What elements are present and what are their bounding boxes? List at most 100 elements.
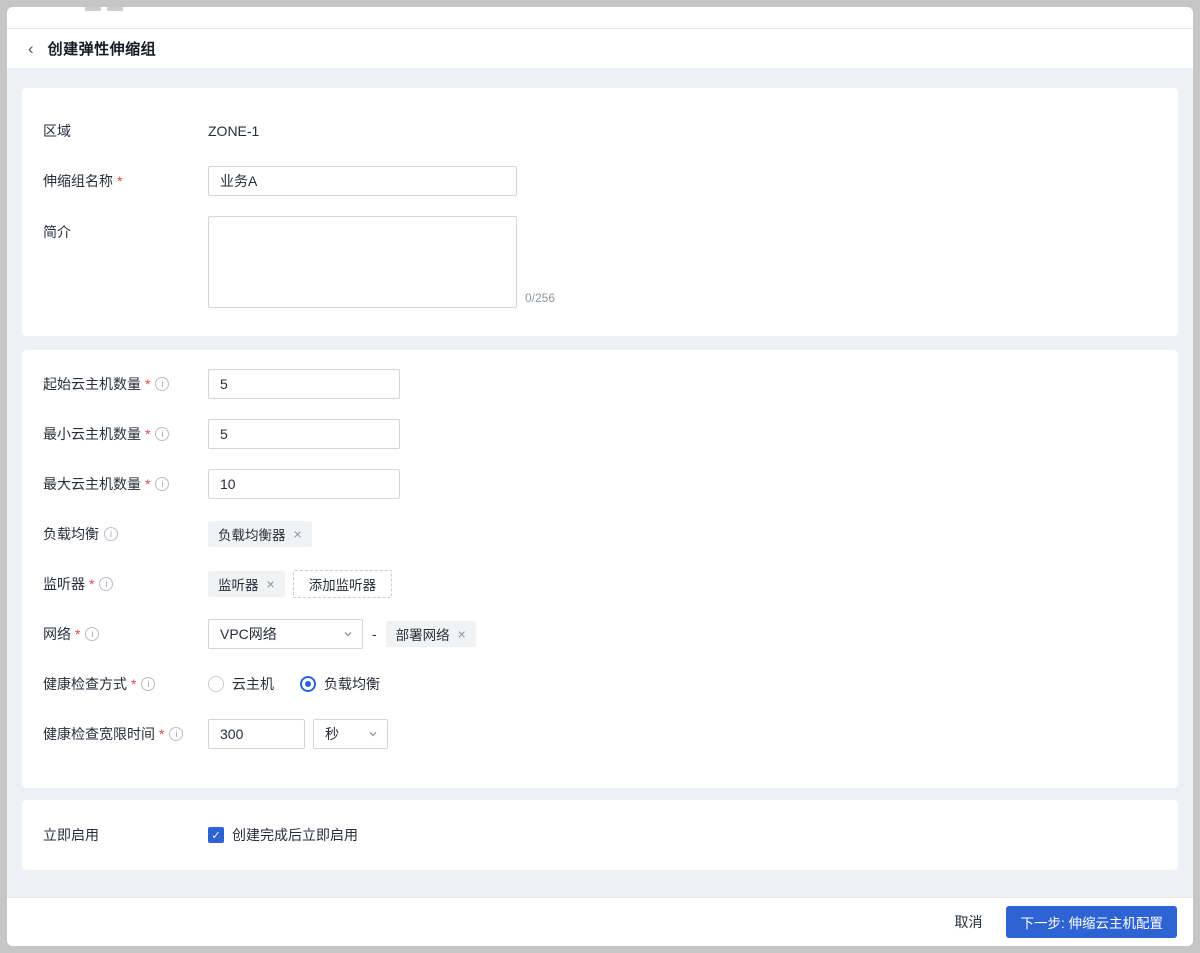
name-value-col: [208, 166, 517, 196]
network-label: 网络 * i: [43, 624, 208, 644]
network-value-col: VPC网络 - 部署网络 ×: [208, 619, 476, 649]
enable-card: 立即启用 ✓ 创建完成后立即启用: [22, 800, 1178, 870]
intro-row: 简介 0/256: [43, 216, 1157, 308]
radio-selected-icon[interactable]: [300, 676, 316, 692]
grace-period-input[interactable]: [208, 719, 305, 749]
remove-icon[interactable]: ×: [267, 577, 275, 591]
health-check-mode-row: 健康检查方式 * i 云主机 负载均衡: [43, 669, 1157, 699]
listener-row: 监听器 * i 监听器 × 添加监听器: [43, 569, 1157, 599]
grace-unit-select[interactable]: 秒: [313, 719, 388, 749]
remove-icon[interactable]: ×: [294, 527, 302, 541]
grace-period-value-col: 秒: [208, 719, 388, 749]
start-count-row: 起始云主机数量 * i: [43, 369, 1157, 399]
form-content: 区域 ZONE-1 伸缩组名称 * 简介: [7, 68, 1193, 897]
max-count-value-col: [208, 469, 400, 499]
info-icon[interactable]: i: [169, 727, 184, 741]
listener-tag: 监听器 ×: [208, 571, 285, 597]
cancel-button[interactable]: 取消: [946, 906, 990, 938]
info-icon[interactable]: i: [99, 577, 114, 591]
load-balancer-tag-text: 负载均衡器: [218, 528, 286, 543]
radio-option-load-balancer-label: 负载均衡: [324, 676, 380, 692]
clipped-tab-text: [85, 7, 123, 12]
info-icon[interactable]: i: [155, 427, 170, 441]
start-count-input[interactable]: [208, 369, 400, 399]
back-chevron-icon[interactable]: ‹: [24, 38, 38, 59]
start-count-label-text: 起始云主机数量: [43, 376, 141, 392]
intro-label-text: 简介: [43, 224, 71, 240]
create-scaling-group-page: ‹ 创建弹性伸缩组 区域 ZONE-1 伸缩组名称 * 业务A 简介 0/256…: [7, 7, 1193, 946]
page-header: ‹ 创建弹性伸缩组: [7, 29, 1193, 68]
name-label: 伸缩组名称 *: [43, 171, 208, 191]
grace-period-label-text: 健康检查宽限时间: [43, 726, 155, 742]
listener-value-col: 监听器 × 添加监听器: [208, 569, 393, 599]
remove-icon[interactable]: ×: [458, 627, 466, 641]
network-select-value: VPC网络: [220, 626, 277, 642]
intro-label: 简介: [43, 216, 208, 242]
enable-value-col: ✓ 创建完成后立即启用: [208, 820, 358, 850]
max-count-input[interactable]: [208, 469, 400, 499]
checkbox-checked-icon[interactable]: ✓: [208, 827, 224, 843]
zone-label: 区域: [43, 121, 208, 141]
load-balancer-row: 负载均衡 i 负载均衡器 ×: [43, 519, 1157, 549]
radio-option-vm-label: 云主机: [232, 676, 274, 692]
grace-period-label: 健康检查宽限时间 * i: [43, 724, 208, 744]
radio-option-vm[interactable]: 云主机: [208, 674, 274, 694]
required-mark: *: [89, 576, 95, 592]
radio-icon[interactable]: [208, 676, 224, 692]
info-icon[interactable]: i: [85, 627, 100, 641]
listener-label: 监听器 * i: [43, 574, 208, 594]
zone-value-col: ZONE-1: [208, 116, 259, 146]
max-count-label: 最大云主机数量 * i: [43, 474, 208, 494]
char-counter: 0/256: [525, 291, 556, 305]
enable-label-text: 立即启用: [43, 827, 99, 843]
intro-textarea[interactable]: [208, 216, 517, 308]
network-select[interactable]: VPC网络: [208, 619, 363, 649]
info-icon[interactable]: i: [141, 677, 156, 691]
required-mark: *: [159, 726, 165, 742]
required-mark: *: [75, 626, 81, 642]
network-label-text: 网络: [43, 626, 71, 642]
required-mark: *: [145, 476, 151, 492]
name-input[interactable]: [208, 166, 517, 196]
enable-checkbox-label: 创建完成后立即启用: [232, 827, 358, 843]
chevron-down-icon: [344, 632, 352, 637]
required-mark: *: [117, 173, 123, 189]
info-icon[interactable]: i: [155, 377, 170, 391]
min-count-input[interactable]: [208, 419, 400, 449]
enable-row: 立即启用 ✓ 创建完成后立即启用: [43, 820, 1157, 850]
zone-label-text: 区域: [43, 123, 71, 139]
health-check-mode-label: 健康检查方式 * i: [43, 674, 208, 694]
next-step-button[interactable]: 下一步: 伸缩云主机配置: [1006, 906, 1177, 938]
required-mark: *: [145, 426, 151, 442]
add-listener-button[interactable]: 添加监听器: [292, 570, 393, 598]
chevron-down-icon: [369, 732, 377, 737]
required-mark: *: [131, 676, 137, 692]
health-check-mode-label-text: 健康检查方式: [43, 676, 127, 692]
listener-tag-text: 监听器: [218, 578, 259, 593]
deploy-network-tag-text: 部署网络: [395, 628, 450, 643]
deploy-network-tag: 部署网络 ×: [385, 621, 476, 647]
min-count-label-text: 最小云主机数量: [43, 426, 141, 442]
scaling-config-card: 起始云主机数量 * i 最小云主机数量 * i: [22, 350, 1178, 788]
required-mark: *: [145, 376, 151, 392]
min-count-row: 最小云主机数量 * i: [43, 419, 1157, 449]
load-balancer-value-col: 负载均衡器 ×: [208, 519, 312, 549]
max-count-label-text: 最大云主机数量: [43, 476, 141, 492]
page-title: 创建弹性伸缩组: [47, 41, 157, 58]
intro-value-col: 0/256: [208, 216, 555, 308]
zone-row: 区域 ZONE-1: [43, 116, 1157, 146]
zone-value: ZONE-1: [208, 123, 260, 139]
footer-bar: 取消 下一步: 伸缩云主机配置: [7, 897, 1193, 946]
load-balancer-label: 负载均衡 i: [43, 524, 208, 544]
min-count-label: 最小云主机数量 * i: [43, 424, 208, 444]
health-check-mode-options: 云主机 负载均衡: [208, 669, 380, 699]
load-balancer-tag: 负载均衡器 ×: [208, 521, 312, 547]
network-separator: -: [372, 626, 377, 642]
basic-info-card: 区域 ZONE-1 伸缩组名称 * 简介: [22, 88, 1178, 336]
name-row: 伸缩组名称 *: [43, 166, 1157, 196]
grace-unit-value: 秒: [325, 726, 339, 742]
network-row: 网络 * i VPC网络 - 部署网络 ×: [43, 619, 1157, 649]
info-icon[interactable]: i: [155, 477, 170, 491]
info-icon[interactable]: i: [104, 527, 118, 541]
radio-option-load-balancer[interactable]: 负载均衡: [300, 674, 380, 694]
